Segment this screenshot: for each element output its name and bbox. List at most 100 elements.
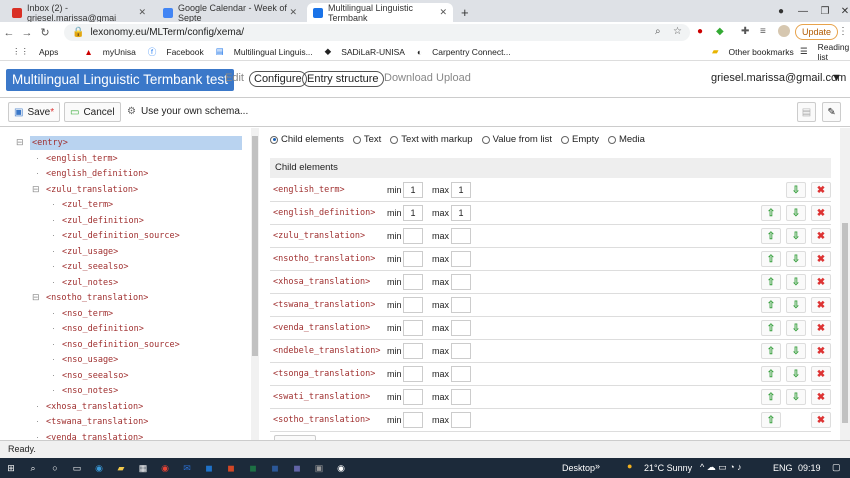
document-icon[interactable]: ▤ bbox=[797, 102, 816, 122]
radio-button[interactable] bbox=[481, 135, 490, 144]
move-down-button[interactable]: ⇩ bbox=[786, 251, 806, 267]
tree-node[interactable]: <venda_translation> bbox=[46, 431, 143, 441]
url-input[interactable]: 🔒 lexonomy.eu/MLTerm/config/xema/ bbox=[64, 24, 690, 41]
max-input[interactable] bbox=[451, 412, 471, 428]
bookmark-item[interactable]: ▤ Multilingual Linguis... bbox=[210, 46, 313, 57]
browser-tab[interactable]: Multilingual Linguistic Termbank ✕ bbox=[307, 3, 453, 23]
move-down-button[interactable]: ⇩ bbox=[786, 389, 806, 405]
min-input[interactable]: 1 bbox=[403, 205, 423, 221]
tree-node[interactable]: <nso_term> bbox=[62, 307, 113, 321]
search-icon[interactable]: ⌕ bbox=[22, 458, 44, 478]
delete-button[interactable]: ✖ bbox=[811, 182, 831, 198]
move-down-button[interactable]: ⇩ bbox=[786, 320, 806, 336]
min-input[interactable] bbox=[403, 389, 423, 405]
delete-button[interactable]: ✖ bbox=[811, 251, 831, 267]
tree-node[interactable]: <tswana_translation> bbox=[46, 415, 148, 429]
close-window-button[interactable]: ✕ bbox=[832, 0, 850, 22]
radio-button[interactable] bbox=[270, 135, 278, 144]
tree-node[interactable]: <nso_notes> bbox=[62, 384, 118, 398]
min-input[interactable] bbox=[403, 274, 423, 290]
app-title[interactable]: Multilingual Linguistic Termbank test bbox=[6, 69, 234, 91]
min-input[interactable] bbox=[403, 366, 423, 382]
delete-button[interactable]: ✖ bbox=[811, 274, 831, 290]
move-down-button[interactable]: ⇩ bbox=[786, 205, 806, 221]
tree-node[interactable]: <zul_seealso> bbox=[62, 260, 129, 274]
tree-node[interactable]: <zul_term> bbox=[62, 198, 113, 212]
delete-button[interactable]: ✖ bbox=[811, 412, 831, 428]
chrome-icon[interactable]: ◉ bbox=[154, 458, 176, 478]
bookmark-item[interactable]: ◐ Carpentry Connect... bbox=[411, 47, 511, 57]
content-type-option[interactable]: Text with markup bbox=[390, 134, 473, 145]
max-input[interactable] bbox=[451, 274, 471, 290]
max-input[interactable] bbox=[451, 320, 471, 336]
radio-button[interactable] bbox=[390, 135, 399, 144]
tree-scrollbar[interactable] bbox=[251, 128, 259, 440]
save-button[interactable]: ▣ Save * bbox=[8, 102, 61, 122]
pinterest-icon[interactable]: ● bbox=[697, 26, 703, 37]
close-tab-icon[interactable]: ✕ bbox=[138, 7, 146, 18]
tree-node[interactable]: <english_term> bbox=[46, 152, 118, 166]
move-up-button[interactable]: ⇧ bbox=[761, 320, 781, 336]
move-up-button[interactable]: ⇧ bbox=[761, 251, 781, 267]
move-up-button[interactable]: ⇧ bbox=[761, 205, 781, 221]
bookmark-item[interactable]: ▲ myUnisa bbox=[78, 47, 135, 57]
delete-button[interactable]: ✖ bbox=[811, 343, 831, 359]
move-up-button[interactable]: ⇧ bbox=[761, 366, 781, 382]
tree-node[interactable]: <nso_definition_source> bbox=[62, 338, 180, 352]
word-icon[interactable]: ◼ bbox=[264, 458, 286, 478]
app-icon[interactable]: ▣ bbox=[308, 458, 330, 478]
task-view-icon[interactable]: ○ bbox=[44, 458, 66, 478]
weather-text[interactable]: 21°C Sunny bbox=[644, 463, 692, 473]
close-tab-icon[interactable]: ✕ bbox=[289, 7, 297, 18]
min-input[interactable]: 1 bbox=[403, 182, 423, 198]
min-input[interactable] bbox=[403, 412, 423, 428]
page-scrollbar[interactable] bbox=[840, 128, 850, 440]
cancel-button[interactable]: ▭ Cancel bbox=[64, 102, 121, 122]
delete-button[interactable]: ✖ bbox=[811, 205, 831, 221]
tree-node[interactable]: <zul_usage> bbox=[62, 245, 118, 259]
collapse-toggle-icon[interactable]: ⊟ bbox=[16, 137, 24, 148]
move-down-button[interactable]: ⇩ bbox=[786, 182, 806, 198]
move-down-button[interactable]: ⇩ bbox=[786, 366, 806, 382]
store-icon[interactable]: ▦ bbox=[132, 458, 154, 478]
max-input[interactable] bbox=[451, 228, 471, 244]
move-down-button[interactable]: ⇩ bbox=[786, 343, 806, 359]
close-tab-icon[interactable]: ✕ bbox=[439, 7, 447, 18]
update-button[interactable]: Update bbox=[795, 24, 839, 40]
browser-tab[interactable]: Google Calendar - Week of Septe ✕ bbox=[157, 3, 303, 23]
tree-node[interactable]: <zul_definition_source> bbox=[62, 229, 180, 243]
move-up-button[interactable]: ⇧ bbox=[761, 389, 781, 405]
bookmark-item[interactable]: ◆ SADiLaR-UNISA bbox=[319, 46, 405, 57]
tree-node[interactable]: <nso_definition> bbox=[62, 322, 144, 336]
max-input[interactable]: 1 bbox=[451, 205, 471, 221]
menu-upload[interactable]: Upload bbox=[436, 72, 471, 84]
mail-icon[interactable]: ✉ bbox=[176, 458, 198, 478]
edge-icon[interactable]: ◉ bbox=[88, 458, 110, 478]
new-tab-button[interactable]: + bbox=[455, 3, 475, 22]
min-input[interactable] bbox=[403, 228, 423, 244]
move-down-button[interactable]: ⇩ bbox=[786, 297, 806, 313]
clock[interactable]: 09:19 bbox=[798, 463, 821, 473]
menu-edit[interactable]: Edit bbox=[225, 72, 244, 84]
delete-button[interactable]: ✖ bbox=[811, 297, 831, 313]
collapse-toggle-icon[interactable]: ⊟ bbox=[32, 292, 40, 303]
menu-configure[interactable]: Configure bbox=[249, 71, 307, 87]
max-input[interactable] bbox=[451, 251, 471, 267]
extension-icon[interactable]: ◆ bbox=[716, 26, 724, 37]
collapse-toggle-icon[interactable]: ⊟ bbox=[32, 184, 40, 195]
content-type-option[interactable]: Empty bbox=[561, 134, 599, 145]
tray-icons[interactable]: ^ ☁ ▭ ◔ ♪ bbox=[700, 462, 742, 473]
tree-node[interactable]: <nso_usage> bbox=[62, 353, 118, 367]
max-input[interactable] bbox=[451, 343, 471, 359]
notification-icon[interactable]: ▢ bbox=[832, 462, 841, 473]
browser-tab[interactable]: Inbox (2) - griesel.marissa@gmai ✕ bbox=[6, 3, 152, 23]
outlook-icon[interactable]: ◼ bbox=[198, 458, 220, 478]
min-input[interactable] bbox=[403, 343, 423, 359]
tree-node[interactable]: <english_definition> bbox=[46, 167, 148, 181]
chevron-right-icon[interactable]: » bbox=[595, 461, 600, 471]
bookmark-item[interactable]: ⋮⋮ Apps bbox=[6, 46, 58, 57]
back-icon[interactable]: ← bbox=[0, 27, 18, 39]
tree-node[interactable]: <nsotho_translation> bbox=[46, 291, 148, 305]
task-view-icon-2[interactable]: ▭ bbox=[66, 458, 88, 478]
other-bookmarks[interactable]: ▰ Other bookmarks bbox=[706, 46, 794, 57]
